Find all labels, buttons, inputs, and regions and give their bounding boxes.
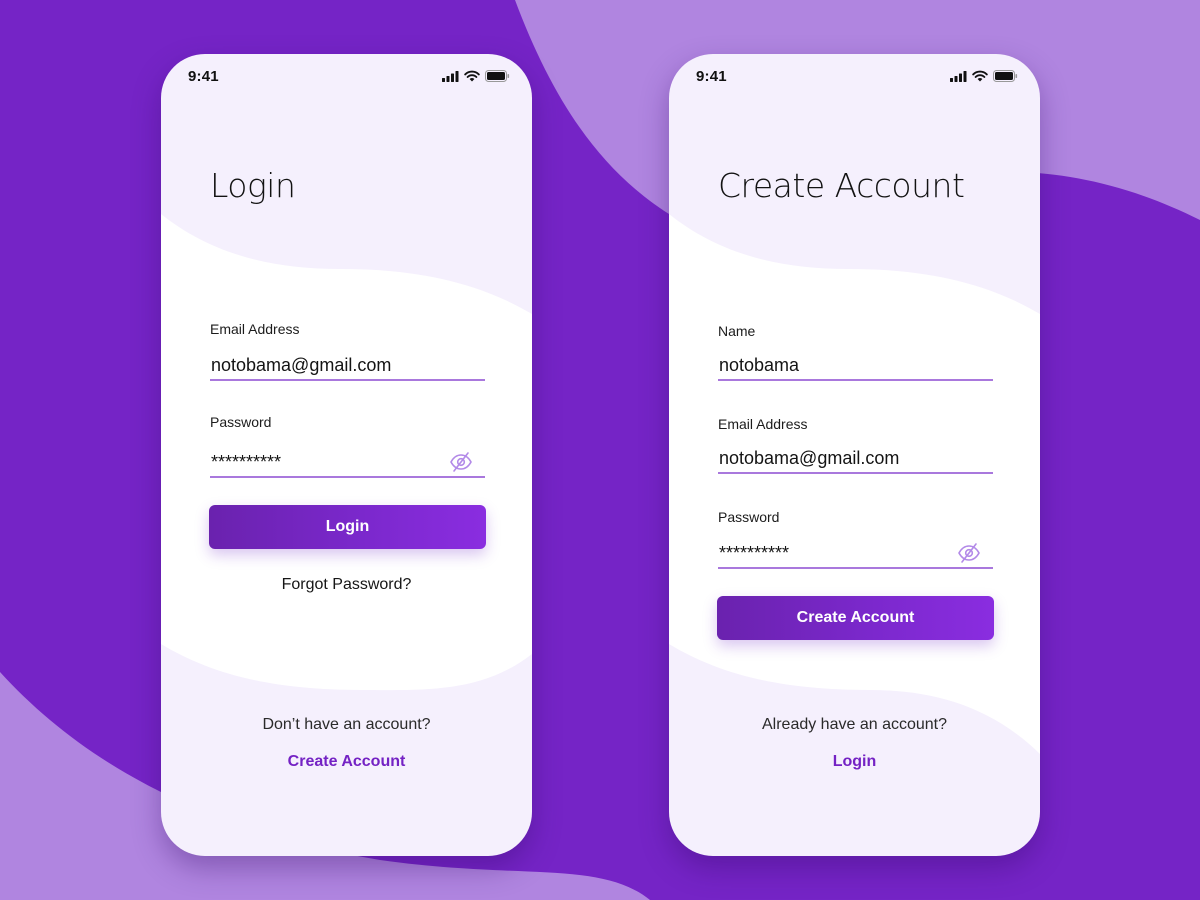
name-input-wrapper xyxy=(718,351,993,381)
status-icons xyxy=(950,70,1018,82)
password-input[interactable] xyxy=(718,542,948,564)
password-field: Password xyxy=(718,509,993,569)
wifi-icon xyxy=(464,70,480,82)
top-white-wave xyxy=(669,214,1040,754)
email-input-wrapper xyxy=(210,351,485,381)
login-link[interactable]: Login xyxy=(669,753,1040,771)
signal-icon xyxy=(950,70,967,82)
login-prompt: Already have an account? xyxy=(761,716,947,733)
password-input-wrapper xyxy=(210,448,485,478)
email-label: Email Address xyxy=(718,416,808,432)
status-time: 9:41 xyxy=(188,67,219,85)
signup-prompt: Don’t have an account? xyxy=(262,716,431,733)
email-input[interactable] xyxy=(210,354,440,376)
name-input[interactable] xyxy=(718,354,948,376)
password-label: Password xyxy=(210,414,272,430)
create-account-link[interactable]: Create Account xyxy=(161,753,532,771)
eye-off-icon[interactable] xyxy=(957,541,981,565)
create-account-button[interactable]: Create Account xyxy=(717,596,994,640)
password-input-wrapper xyxy=(718,539,993,569)
password-label: Password xyxy=(718,509,780,525)
eye-off-icon[interactable] xyxy=(449,450,473,474)
email-input[interactable] xyxy=(718,447,948,469)
status-bar: 9:41 xyxy=(669,54,1040,98)
battery-icon xyxy=(993,70,1018,82)
battery-icon xyxy=(485,70,510,82)
email-input-wrapper xyxy=(718,444,993,474)
email-field: Email Address xyxy=(718,416,993,474)
status-bar: 9:41 xyxy=(161,54,532,98)
wifi-icon xyxy=(972,70,988,82)
forgot-password-link[interactable]: Forgot Password? xyxy=(161,576,532,594)
name-label: Name xyxy=(718,323,756,339)
password-field: Password xyxy=(210,414,485,478)
page-title: Login xyxy=(210,166,296,205)
password-input[interactable] xyxy=(210,451,440,473)
login-phone-screen: 9:41 Login Email Address notobama@gmail.… xyxy=(161,54,532,856)
status-time: 9:41 xyxy=(696,67,727,85)
status-icons xyxy=(442,70,510,82)
name-field: Name xyxy=(718,323,993,381)
email-label: Email Address xyxy=(210,321,300,337)
signup-phone-screen: 9:41 Create Account Name notobama Email … xyxy=(669,54,1040,856)
signal-icon xyxy=(442,70,459,82)
page-title: Create Account xyxy=(718,166,965,205)
login-button[interactable]: Login xyxy=(209,505,486,549)
email-field: Email Address xyxy=(210,321,485,381)
